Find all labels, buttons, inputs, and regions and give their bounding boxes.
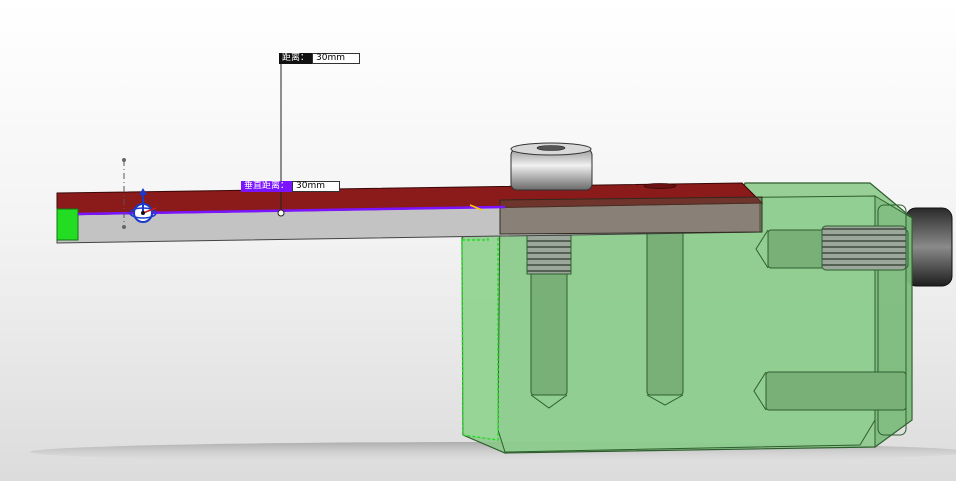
pin-hole-left bbox=[526, 229, 572, 409]
cad-viewport[interactable] bbox=[0, 0, 956, 481]
distance-dimension-tag[interactable]: 距离： 30mm bbox=[279, 53, 361, 64]
socket-screw[interactable] bbox=[510, 142, 593, 191]
horizontal-bar[interactable] bbox=[56, 182, 764, 244]
horizontal-hole-top bbox=[755, 225, 909, 271]
pin-hole-right bbox=[646, 229, 684, 406]
adjust-knob[interactable] bbox=[905, 207, 953, 287]
distance-value-field[interactable]: 30mm bbox=[312, 53, 361, 64]
vertical-distance-label: 垂直距离： bbox=[241, 181, 293, 192]
horizontal-hole-bottom bbox=[753, 371, 907, 411]
vertical-distance-dimension-tag[interactable]: 垂直距离： 30mm bbox=[241, 181, 341, 192]
distance-label: 距离： bbox=[279, 53, 313, 64]
vertical-distance-value-field[interactable]: 30mm bbox=[292, 181, 341, 192]
